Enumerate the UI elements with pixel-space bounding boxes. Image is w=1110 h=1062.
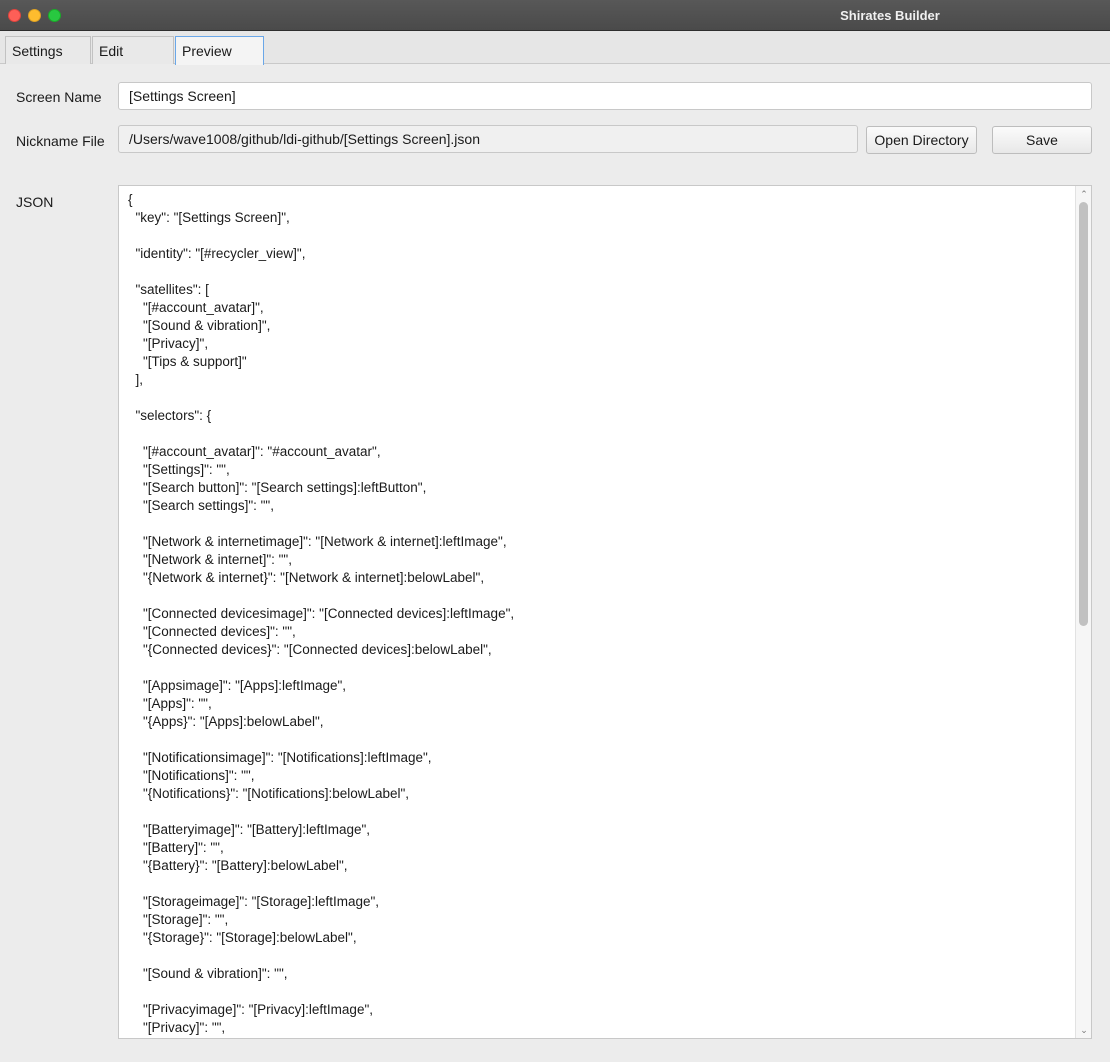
nickname-file-label: Nickname File <box>16 133 105 149</box>
json-content[interactable]: { "key": "[Settings Screen]", "identity"… <box>128 191 1068 1037</box>
tab-settings[interactable]: Settings <box>5 36 91 64</box>
json-label: JSON <box>16 194 54 210</box>
tab-preview[interactable]: Preview <box>175 36 264 65</box>
scrollbar-thumb[interactable] <box>1079 202 1088 626</box>
nickname-file-field[interactable]: /Users/wave1008/github/ldi-github/[Setti… <box>118 125 858 153</box>
window-title: Shirates Builder <box>840 8 940 23</box>
open-directory-button[interactable]: Open Directory <box>866 126 977 154</box>
scroll-up-arrow-icon[interactable]: ⌃ <box>1078 188 1090 200</box>
maximize-window-button[interactable] <box>48 9 61 22</box>
json-scrollbar[interactable]: ⌃ ⌄ <box>1075 186 1091 1038</box>
tab-edit[interactable]: Edit <box>92 36 174 64</box>
tab-bar: Settings Edit Preview <box>0 31 1110 65</box>
screen-name-input[interactable]: [Settings Screen] <box>118 82 1092 110</box>
save-button[interactable]: Save <box>992 126 1092 154</box>
scroll-down-arrow-icon[interactable]: ⌄ <box>1078 1024 1090 1036</box>
close-window-button[interactable] <box>8 9 21 22</box>
minimize-window-button[interactable] <box>28 9 41 22</box>
title-bar: Shirates Builder <box>0 0 1110 31</box>
screen-name-label: Screen Name <box>16 89 102 105</box>
json-textarea[interactable]: { "key": "[Settings Screen]", "identity"… <box>118 185 1092 1039</box>
